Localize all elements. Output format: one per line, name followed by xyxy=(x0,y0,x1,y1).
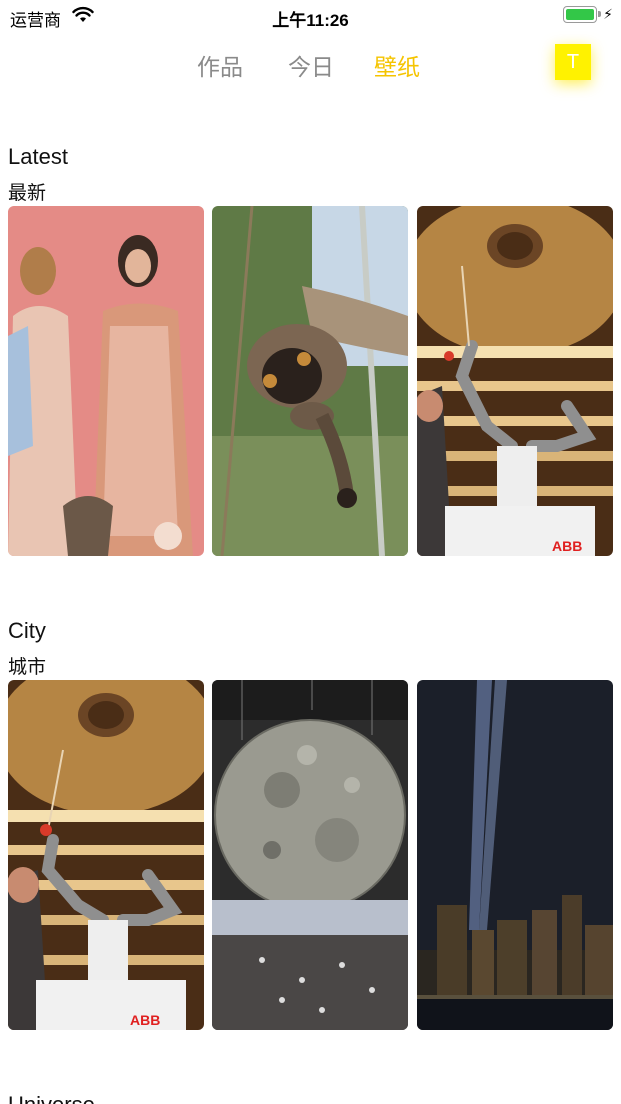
lemur-image xyxy=(212,206,408,556)
charging-icon: ⚡ xyxy=(603,6,613,22)
section-latest: Latest 最新 ABB xyxy=(8,144,613,556)
tab-today[interactable]: 今日 xyxy=(288,48,334,82)
thumbnail-row: ABB xyxy=(8,680,613,1030)
section-title-cn: 最新 xyxy=(8,183,47,204)
thumbnail-row: ABB xyxy=(8,206,613,556)
section-title-en: Latest xyxy=(8,144,68,169)
skyline-night-image xyxy=(417,680,613,1030)
wallpaper-thumb-moon[interactable] xyxy=(212,680,408,1030)
section-universe: Universe xyxy=(8,1092,613,1104)
moon-installation-image xyxy=(212,680,408,1030)
robot-theater-image: ABB xyxy=(8,680,204,1030)
section-title-en: Universe xyxy=(8,1092,613,1104)
section-city: City 城市 ABB xyxy=(8,618,613,1030)
abb-logo: ABB xyxy=(130,1012,160,1028)
tab-wallpaper[interactable]: 壁纸 xyxy=(374,48,420,82)
abb-logo: ABB xyxy=(552,538,582,554)
status-bar: 运营商 上午11:26 ⚡ xyxy=(0,0,621,32)
fashion-models-image xyxy=(8,206,204,556)
top-nav: 作品 今日 壁纸 T xyxy=(0,40,621,86)
robot-theater-image: ABB xyxy=(417,206,613,556)
wallpaper-thumb-robot-theater[interactable]: ABB xyxy=(417,206,613,556)
avatar-button[interactable]: T xyxy=(555,44,591,80)
clock: 上午11:26 xyxy=(272,11,349,30)
section-title-cn: 城市 xyxy=(8,657,47,678)
wallpaper-thumb-skyline[interactable] xyxy=(417,680,613,1030)
section-title-en: City xyxy=(8,618,46,643)
wallpaper-thumb-robot-theater[interactable]: ABB xyxy=(8,680,204,1030)
battery-icon xyxy=(563,6,601,23)
wallpaper-thumb-fashion[interactable] xyxy=(8,206,204,556)
wallpaper-thumb-lemur[interactable] xyxy=(212,206,408,556)
tab-works[interactable]: 作品 xyxy=(197,48,243,82)
